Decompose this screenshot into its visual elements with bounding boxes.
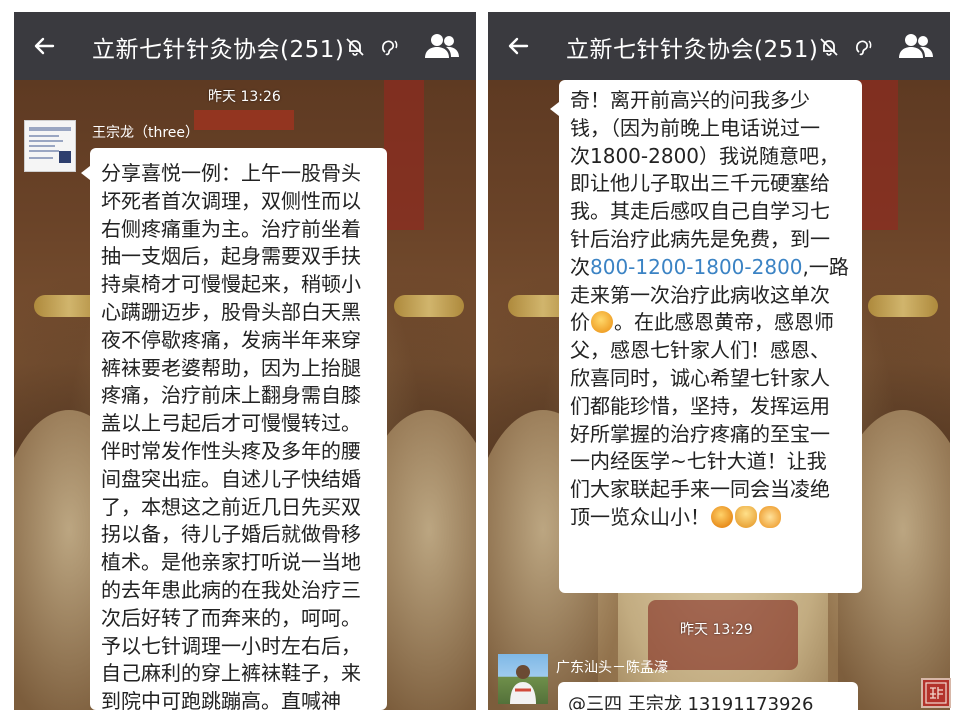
message-line: 盖以上弓起后才可慢慢转过。 [101,411,361,436]
message-line: 针后治疗此病先是免费，到一 [570,226,830,251]
handshake-emoji-icon [759,505,781,528]
message-line: 次后好转了而奔来的，呵呵。 [101,605,361,630]
message-line: 奇！离开前高兴的问我多少 [570,88,810,112]
message-line: 夜不停歇疼痛，发病半年来穿 [101,327,361,352]
group-members-icon[interactable] [424,32,460,60]
message-bubble[interactable]: 分享喜悦一例：上午一股骨头 坏死者首次调理，双侧性而以 右侧疼痛重为主。治疗前坐着抽… [90,148,387,710]
bow-emoji-icon [735,505,757,528]
earpiece-icon [382,40,398,56]
message-line: 疼痛，治疗前床上翻身需自膝 [101,383,361,408]
seal-icon [925,682,947,704]
group-members-icon[interactable] [898,32,934,60]
message-line: 父，感恩七针家人们！感恩、 [570,338,830,363]
back-button[interactable] [500,26,536,66]
mute-bell-icon [346,38,364,56]
message-line: 次800-1200-1800-2800,一路 [570,254,852,282]
chat-title: 立新七针针灸协会(251) [92,37,345,63]
earpiece-icon [856,40,872,56]
message-line: 植术。是他亲家打听说一当地 [101,550,361,575]
message-line: 右侧疼痛重为主。治疗前坐着 [101,216,361,241]
back-arrow-icon [508,37,529,55]
message-line: 了，本想这之前近几日先买双 [101,494,361,519]
message-line: 欣喜同时，诚心希望七针家人 [570,365,830,390]
message-line: 的去年患此病的在我处治疗三 [101,577,361,602]
message-text: 顶一览众山小！ [570,504,710,529]
sender-name: 王宗龙（three） [92,125,200,141]
message-line: 予以七针调理一小时左右后， [101,633,361,658]
red-seal-watermark [921,678,951,708]
message-line: 裤袜要老婆帮助，因为上抬腿 [101,355,361,380]
phone-number-link[interactable]: 800-1200-1800-2800 [590,255,803,279]
back-button[interactable] [26,26,62,66]
message-line: 到院中可跑跳蹦高。直喊神 [101,689,341,710]
chat-header: 立新七针针灸协会(251) [14,12,476,80]
right-chat-screen: 立新七针针灸协会(251) 奇！离开前高兴的问我多少 钱，（因为前晚上电话说过一… [488,12,950,710]
message-line: 即让他儿子取出三千元硬塞给 [570,171,830,196]
business-card-avatar-icon [25,121,75,171]
message-line: 一内经医学~七针大道！让我 [570,449,827,474]
message-line: 顶一览众山小！ [570,504,852,532]
back-arrow-icon [34,37,55,55]
sender-name: 广东汕头－陈孟濠 [556,660,668,676]
mute-bell-icon [820,38,838,56]
message-line: 们都能珍惜，坚持，发挥运用 [570,393,830,418]
sender-avatar[interactable] [24,120,76,172]
message-line: 次1800-2800）我说随意吧， [570,143,840,168]
message-line: 伴时常发作性头疼及多年的腰 [101,438,361,463]
left-chat-screen: 立新七针针灸协会(251) 昨天 13:26 王宗龙（three） 分享喜悦一例… [14,12,476,710]
message-timestamp: 昨天 13:26 [208,89,281,105]
chat-title: 立新七针针灸协会(251) [566,37,819,63]
bubble-tail [81,166,90,180]
sender-avatar[interactable] [498,654,548,704]
message-line: 持桌椅才可慢慢起来，稍顿小 [101,272,361,297]
message-timestamp: 昨天 13:29 [680,622,753,638]
message-line: 钱，（因为前晚上电话说过一 [570,115,820,140]
message-bubble[interactable]: 奇！离开前高兴的问我多少 钱，（因为前晚上电话说过一 次1800-2800）我说… [559,80,862,593]
message-line: 走来第一次治疗此病收这单次 [570,282,830,307]
message-text: ,一路 [802,254,849,279]
bubble-tail [550,102,559,116]
page: 立新七针针灸协会(251) 昨天 13:26 王宗龙（three） 分享喜悦一例… [0,0,962,721]
message-line: 抽一支烟后，起身需要双手扶 [101,244,361,269]
message-preview: @三四 王宗龙 13191173926 [568,694,814,710]
message-line: 间盘突出症。自述儿子快结婚 [101,466,361,491]
person-photo-avatar-icon [510,665,536,704]
message-line: 坏死者首次调理，双侧性而以 [101,188,361,213]
message-text: 价 [570,310,590,335]
chat-header: 立新七针针灸协会(251) [488,12,950,80]
fist-emoji-icon [591,311,613,334]
message-line: 自己麻利的穿上裤袜鞋子，来 [101,661,361,686]
message-line: 价。在此感恩黄帝，感恩师 [570,309,852,337]
message-bubble[interactable]: @三四 王宗龙 13191173926 [558,682,858,710]
message-line: 我。其走后感叹自己自学习七 [570,199,830,224]
message-line: 们大家联起手来一同会当凌绝 [570,477,830,502]
message-line: 好所掌握的治疗疼痛的至宝一 [570,421,830,446]
message-line: 拐以备，待儿子婚后就做骨移 [101,522,361,547]
message-line: 心蹒跚迈步，股骨头部白天黑 [101,299,361,324]
message-text: 次 [570,254,590,279]
message-text: 。在此感恩黄帝，感恩师 [614,310,834,335]
fist-emoji-icon [711,505,733,528]
message-line: 分享喜悦一例：上午一股骨头 [101,161,361,185]
